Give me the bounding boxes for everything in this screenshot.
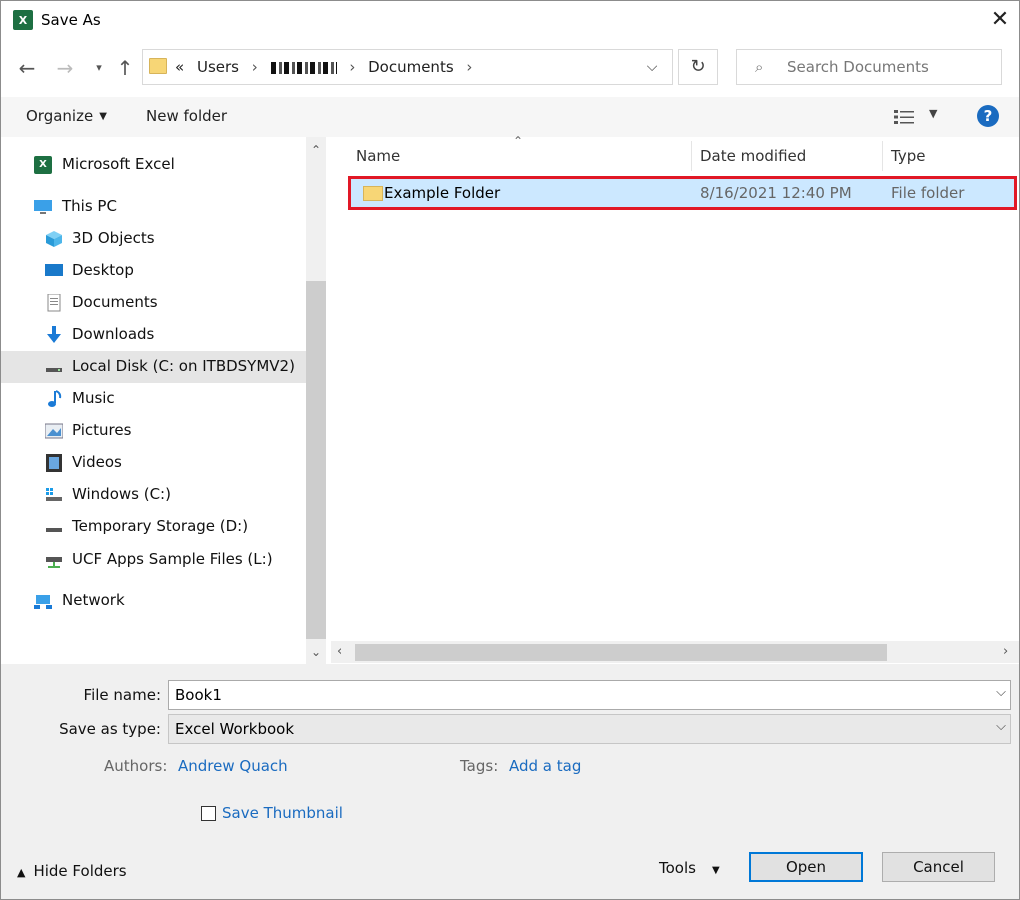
download-arrow-icon xyxy=(47,326,61,343)
nav-item-downloads[interactable]: Downloads xyxy=(1,319,306,351)
nav-item-3d-objects[interactable]: 3D Objects xyxy=(1,223,306,255)
type-cell: File folder xyxy=(891,184,965,202)
scroll-right-icon[interactable]: › xyxy=(1003,644,1008,659)
view-caret-down-icon[interactable]: ▼ xyxy=(929,107,937,120)
cancel-button[interactable]: Cancel xyxy=(882,852,995,882)
document-icon xyxy=(47,294,61,312)
breadcrumb-users[interactable]: Users xyxy=(197,58,239,76)
picture-icon xyxy=(45,423,63,439)
nav-item-pictures[interactable]: Pictures xyxy=(1,415,306,447)
add-tag-link[interactable]: Add a tag xyxy=(509,757,581,775)
computer-icon xyxy=(34,200,52,214)
forward-arrow-icon[interactable]: → xyxy=(53,55,77,81)
sort-ascending-icon: ⌃ xyxy=(513,134,524,148)
nav-item-windows-c[interactable]: Windows (C:) xyxy=(1,479,306,511)
breadcrumb-documents[interactable]: Documents xyxy=(368,58,454,76)
disk-icon xyxy=(46,368,62,372)
open-button[interactable]: Open xyxy=(749,852,863,882)
music-note-icon xyxy=(48,390,62,407)
save-as-dialog: X Save As ✕ ← → ▾ ↑ « Users › › Document… xyxy=(0,0,1020,900)
file-name-field[interactable]: ⌵ xyxy=(168,680,1011,710)
search-icon: ⌕ xyxy=(755,58,764,76)
nav-item-music[interactable]: Music xyxy=(1,383,306,415)
nav-item-ucf-apps-sample-files[interactable]: UCF Apps Sample Files (L:) xyxy=(1,544,306,576)
network-icon xyxy=(34,595,52,609)
breadcrumb: « Users › › Documents › xyxy=(175,58,480,76)
title-bar: X Save As ✕ xyxy=(1,1,1019,41)
save-as-type-value: Excel Workbook xyxy=(175,720,295,738)
nav-item-desktop[interactable]: Desktop xyxy=(1,255,306,287)
toolbar: Organize ▼ New folder ▼ xyxy=(1,97,1019,137)
tags-label: Tags: xyxy=(460,757,499,775)
scroll-down-icon[interactable]: ⌄ xyxy=(306,645,326,659)
chevron-down-icon[interactable]: ⌵ xyxy=(996,685,1006,700)
caret-down-icon: ▼ xyxy=(711,865,720,876)
save-as-type-label: Save as type: xyxy=(59,720,161,738)
authors-value-link[interactable]: Andrew Quach xyxy=(178,757,288,775)
desktop-icon xyxy=(45,264,63,276)
refresh-icon[interactable]: ↻ xyxy=(678,49,718,85)
nav-item-videos[interactable]: Videos xyxy=(1,447,306,479)
nav-item-local-disk[interactable]: Local Disk (C: on ITBDSYMV2) xyxy=(1,351,306,383)
chevron-down-icon[interactable]: ⌵ xyxy=(996,719,1006,734)
tools-button[interactable]: Tools ▼ xyxy=(659,859,720,877)
save-thumbnail-checkbox[interactable] xyxy=(201,806,216,821)
disk-icon xyxy=(46,528,62,532)
recent-locations-chevron-icon[interactable]: ▾ xyxy=(87,55,111,81)
breadcrumb-separator[interactable]: › xyxy=(349,58,355,76)
up-arrow-icon[interactable]: ↑ xyxy=(113,55,137,81)
nav-item-temporary-storage[interactable]: Temporary Storage (D:) xyxy=(1,511,306,543)
organize-button[interactable]: Organize ▼ xyxy=(26,107,107,125)
nav-item-this-pc[interactable]: This PC xyxy=(1,191,306,223)
file-name-label: File name: xyxy=(83,686,161,704)
file-name-input[interactable] xyxy=(175,685,975,705)
window-title: Save As xyxy=(41,11,101,29)
column-divider[interactable] xyxy=(882,141,883,171)
cube-icon xyxy=(46,231,62,247)
scroll-up-icon[interactable]: ⌃ xyxy=(306,143,326,157)
save-as-type-select[interactable]: Excel Workbook ⌵ xyxy=(168,714,1011,744)
horizontal-scrollbar-thumb[interactable] xyxy=(355,644,887,661)
address-bar[interactable]: « Users › › Documents › ⌵ xyxy=(142,49,673,85)
date-modified-cell: 8/16/2021 12:40 PM xyxy=(700,184,852,202)
save-thumbnail-label[interactable]: Save Thumbnail xyxy=(222,804,343,822)
new-folder-button[interactable]: New folder xyxy=(146,107,227,125)
back-arrow-icon[interactable]: ← xyxy=(15,55,39,81)
navigation-pane: X Microsoft Excel This PC 3D Objects Des… xyxy=(1,137,306,664)
folder-icon xyxy=(149,58,167,74)
table-row[interactable]: Example Folder 8/16/2021 12:40 PM File f… xyxy=(348,176,1017,210)
breadcrumb-separator[interactable]: › xyxy=(466,58,472,76)
breadcrumb-separator[interactable]: › xyxy=(252,58,258,76)
close-icon[interactable]: ✕ xyxy=(987,7,1013,33)
network-drive-icon xyxy=(46,557,62,568)
authors-label: Authors: xyxy=(104,757,168,775)
breadcrumb-overflow[interactable]: « xyxy=(175,58,184,76)
excel-icon: X xyxy=(34,156,52,174)
nav-item-documents[interactable]: Documents xyxy=(1,287,306,319)
nav-item-network[interactable]: Network xyxy=(1,585,306,617)
chevron-up-icon: ▲ xyxy=(17,866,26,879)
search-input[interactable] xyxy=(787,56,992,78)
caret-down-icon: ▼ xyxy=(99,111,107,122)
redacted-username[interactable] xyxy=(270,61,337,74)
windows-drive-icon xyxy=(46,488,62,501)
folder-icon xyxy=(363,186,383,201)
excel-icon: X xyxy=(13,10,33,30)
column-divider[interactable] xyxy=(691,141,692,171)
search-box[interactable]: ⌕ xyxy=(736,49,1002,85)
nav-item-microsoft-excel[interactable]: X Microsoft Excel xyxy=(1,149,306,181)
navigation-scrollbar-thumb[interactable] xyxy=(306,281,326,639)
file-name-cell: Example Folder xyxy=(384,184,501,202)
view-options-icon[interactable] xyxy=(894,109,914,125)
scroll-left-icon[interactable]: ‹ xyxy=(337,644,342,659)
help-icon[interactable]: ? xyxy=(977,105,999,127)
video-icon xyxy=(46,454,62,472)
chevron-down-icon[interactable]: ⌵ xyxy=(641,56,663,78)
hide-folders-button[interactable]: ▲ Hide Folders xyxy=(17,862,127,880)
